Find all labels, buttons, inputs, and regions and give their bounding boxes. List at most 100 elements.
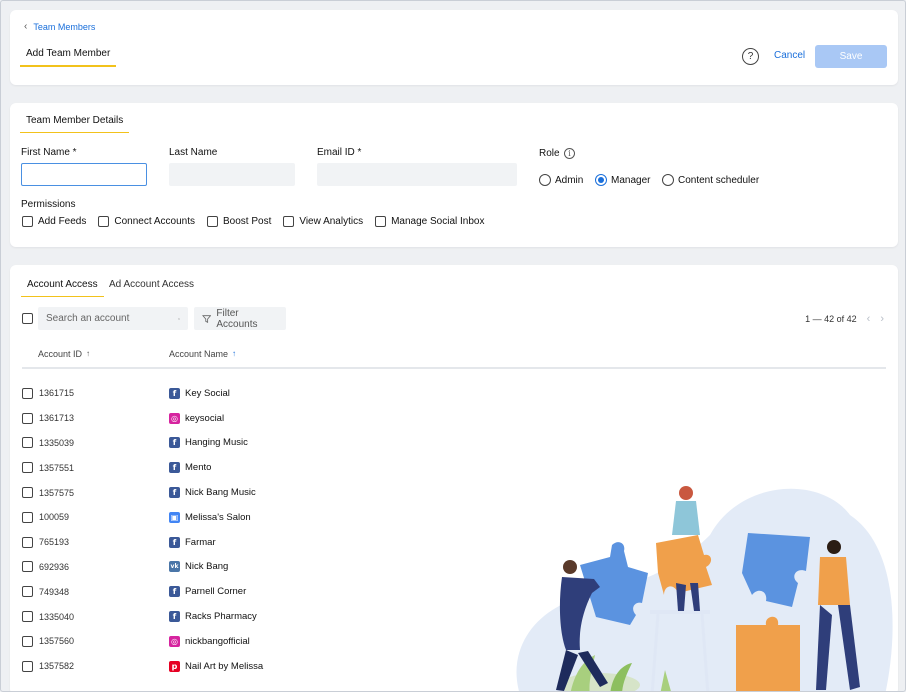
row-checkbox[interactable] (22, 437, 33, 449)
role-option-label: Manager (611, 174, 651, 186)
account-name-cell: f Hanging Music (169, 437, 248, 449)
account-id: 1357560 (39, 636, 75, 647)
account-name: Parnell Corner (185, 586, 247, 598)
checkbox[interactable] (22, 216, 33, 227)
table-row[interactable]: 765193 f Farmar (22, 530, 522, 555)
account-name: Melissa's Salon (185, 511, 251, 523)
checkbox[interactable] (375, 216, 387, 227)
pinterest-icon: p (169, 660, 180, 672)
permission-connect-accounts[interactable]: Connect Accounts (98, 216, 195, 227)
account-access-card: Account Access Ad Account Access Filter … (10, 265, 898, 691)
table-row[interactable]: 1357551 f Mento (22, 455, 522, 480)
filter-accounts-button[interactable]: Filter Accounts (194, 307, 286, 330)
account-id: 1335040 (39, 611, 75, 622)
permission-label: Boost Post (222, 216, 272, 227)
account-search[interactable] (38, 307, 188, 330)
table-row[interactable]: 1335040 f Racks Pharmacy (22, 604, 522, 629)
select-all-checkbox[interactable] (22, 313, 33, 324)
account-name-cell: ▣ Melissa's Salon (169, 511, 251, 523)
account-name-cell: f Racks Pharmacy (169, 611, 257, 623)
team-puzzle-illustration (516, 486, 893, 691)
column-header-label: Account ID (38, 349, 83, 359)
checkbox[interactable] (206, 216, 218, 227)
table-row[interactable]: 1335039 f Hanging Music (22, 431, 522, 456)
column-header-account-name[interactable]: Account Name ↑ (169, 349, 236, 359)
chevron-right-icon[interactable]: › (880, 313, 884, 325)
role-option-label: Content scheduler (678, 174, 760, 186)
last-name-field[interactable] (169, 163, 295, 186)
table-row[interactable]: 1357575 f Nick Bang Music (22, 480, 522, 505)
table-row[interactable]: 692936 vk Nick Bang (22, 555, 522, 580)
table-header-divider (22, 367, 886, 369)
search-icon[interactable] (178, 313, 180, 325)
facebook-icon: f (169, 462, 180, 474)
checkbox[interactable] (283, 216, 295, 227)
help-icon[interactable]: ? (742, 48, 759, 65)
permission-boost-post[interactable]: Boost Post (206, 216, 272, 227)
facebook-icon: f (169, 586, 180, 598)
account-name: keysocial (185, 412, 225, 424)
row-checkbox[interactable] (22, 536, 33, 548)
role-option-manager[interactable]: Manager (595, 174, 650, 186)
row-checkbox[interactable] (22, 487, 33, 499)
row-checkbox[interactable] (22, 511, 33, 523)
permission-manage-social-inbox[interactable]: Manage Social Inbox (375, 216, 485, 227)
section-title: Team Member Details (20, 115, 130, 133)
radio-admin[interactable] (539, 174, 551, 186)
vk-icon: vk (169, 561, 180, 573)
row-checkbox[interactable] (22, 462, 33, 474)
role-option-content-scheduler[interactable]: Content scheduler (662, 174, 759, 186)
role-option-label: Admin (555, 174, 584, 186)
chevron-left-icon[interactable]: ‹ (867, 313, 871, 325)
row-checkbox[interactable] (22, 412, 33, 424)
filter-icon (202, 314, 212, 323)
account-name: Key Social (185, 387, 230, 399)
permission-add-feeds[interactable]: Add Feeds (22, 216, 86, 227)
instagram-icon: ◎ (169, 412, 180, 424)
row-checkbox[interactable] (22, 387, 33, 399)
facebook-icon: f (169, 536, 180, 548)
table-row[interactable]: 100059 ▣ Melissa's Salon (22, 505, 522, 530)
back-link[interactable]: ‹ Team Members (24, 21, 95, 32)
account-name-cell: f Mento (169, 462, 211, 474)
permission-view-analytics[interactable]: View Analytics (283, 216, 363, 227)
facebook-icon: f (169, 487, 180, 499)
filter-label: Filter Accounts (216, 307, 258, 330)
first-name-field[interactable] (21, 163, 147, 186)
table-row[interactable]: 1357582 p Nail Art by Melissa (22, 654, 522, 679)
account-name: Racks Pharmacy (185, 611, 257, 623)
checkbox[interactable] (98, 216, 110, 227)
radio-manager[interactable] (595, 174, 607, 186)
table-row[interactable]: 1357560 ◎ nickbangofficial (22, 629, 522, 654)
permissions-group: Add Feeds Connect Accounts Boost Post Vi… (22, 216, 485, 227)
role-option-admin[interactable]: Admin (539, 174, 583, 186)
permission-label: View Analytics (299, 216, 364, 227)
row-checkbox[interactable] (22, 561, 33, 573)
search-input[interactable] (46, 313, 178, 324)
account-name: Nail Art by Melissa (185, 660, 264, 672)
account-id: 1335039 (39, 437, 75, 448)
account-name-cell: ◎ nickbangofficial (169, 635, 250, 647)
account-name: nickbangofficial (185, 635, 250, 647)
table-row[interactable]: 1361715 f Key Social (22, 381, 522, 406)
account-id: 749348 (39, 586, 70, 597)
details-card: Team Member Details First Name * Last Na… (10, 103, 898, 247)
row-checkbox[interactable] (22, 586, 33, 598)
row-checkbox[interactable] (22, 611, 33, 623)
radio-content-scheduler[interactable] (662, 174, 674, 186)
permission-label: Connect Accounts (114, 216, 195, 227)
first-name-label: First Name * (21, 147, 77, 158)
account-id: 692936 (39, 561, 70, 572)
email-field[interactable] (317, 163, 517, 186)
info-icon[interactable]: i (564, 148, 575, 159)
cancel-button[interactable]: Cancel (774, 50, 805, 61)
table-row[interactable]: 1361713 ◎ keysocial (22, 406, 522, 431)
row-checkbox[interactable] (22, 635, 33, 647)
table-row[interactable]: 749348 f Parnell Corner (22, 579, 522, 604)
tab-ad-account-access[interactable]: Ad Account Access (103, 279, 200, 296)
account-name-cell: p Nail Art by Melissa (169, 660, 264, 672)
save-button[interactable]: Save (815, 45, 887, 68)
tab-account-access[interactable]: Account Access (21, 279, 104, 297)
row-checkbox[interactable] (22, 660, 33, 672)
column-header-account-id[interactable]: Account ID ↑ (38, 349, 90, 359)
